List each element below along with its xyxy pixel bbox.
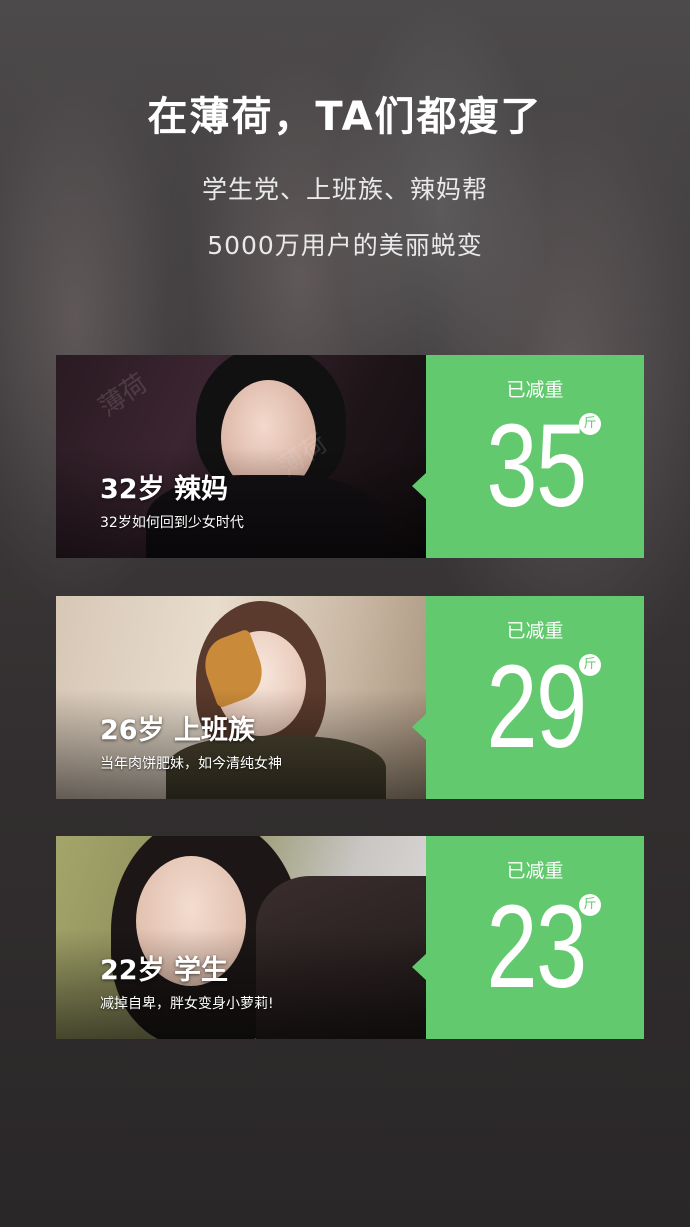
weight-lost-value: 23 xyxy=(486,881,587,1013)
weight-panel: 已减重 23 斤 xyxy=(426,836,644,1039)
pointer-arrow xyxy=(412,472,427,500)
pointer-arrow xyxy=(412,953,427,981)
weight-lost-label: 已减重 xyxy=(506,620,564,642)
weight-unit-badge: 斤 xyxy=(579,654,601,676)
page: 在薄荷，TA们都瘦了 学生党、上班族、辣妈帮 5000万用户的美丽蜕变 薄荷 薄… xyxy=(0,0,690,1227)
person-title: 22岁 学生 xyxy=(100,955,228,986)
subtitle-audience: 学生党、上班族、辣妈帮 xyxy=(201,175,488,204)
person-description: 减掉自卑，胖女变身小萝莉! xyxy=(100,996,274,1012)
testimonial-card-3[interactable]: 22岁 学生 减掉自卑，胖女变身小萝莉! 已减重 23 斤 xyxy=(56,836,644,1039)
testimonial-card-2[interactable]: 26岁 上班族 当年肉饼肥妹，如今清纯女神 已减重 29 斤 xyxy=(56,596,644,799)
weight-lost-label: 已减重 xyxy=(506,860,564,882)
watermark-text: 薄荷 xyxy=(93,368,154,423)
testimonial-card-1[interactable]: 薄荷 薄荷 32岁 辣妈 32岁如何回到少女时代 已减重 35 斤 xyxy=(56,355,644,558)
weight-unit-badge: 斤 xyxy=(579,894,601,916)
person-description: 32岁如何回到少女时代 xyxy=(100,515,244,531)
weight-unit-badge: 斤 xyxy=(579,413,601,435)
pointer-arrow xyxy=(412,713,427,741)
page-title: 在薄荷，TA们都瘦了 xyxy=(147,94,543,140)
person-title: 32岁 辣妈 xyxy=(100,474,228,505)
subtitle-users: 5000万用户的美丽蜕变 xyxy=(207,231,483,260)
person-description: 当年肉饼肥妹，如今清纯女神 xyxy=(100,756,282,772)
weight-lost-value: 35 xyxy=(486,400,587,532)
weight-lost-value: 29 xyxy=(486,641,587,773)
weight-lost-label: 已减重 xyxy=(506,379,564,401)
weight-panel: 已减重 29 斤 xyxy=(426,596,644,799)
person-title: 26岁 上班族 xyxy=(100,715,255,746)
weight-panel: 已减重 35 斤 xyxy=(426,355,644,558)
